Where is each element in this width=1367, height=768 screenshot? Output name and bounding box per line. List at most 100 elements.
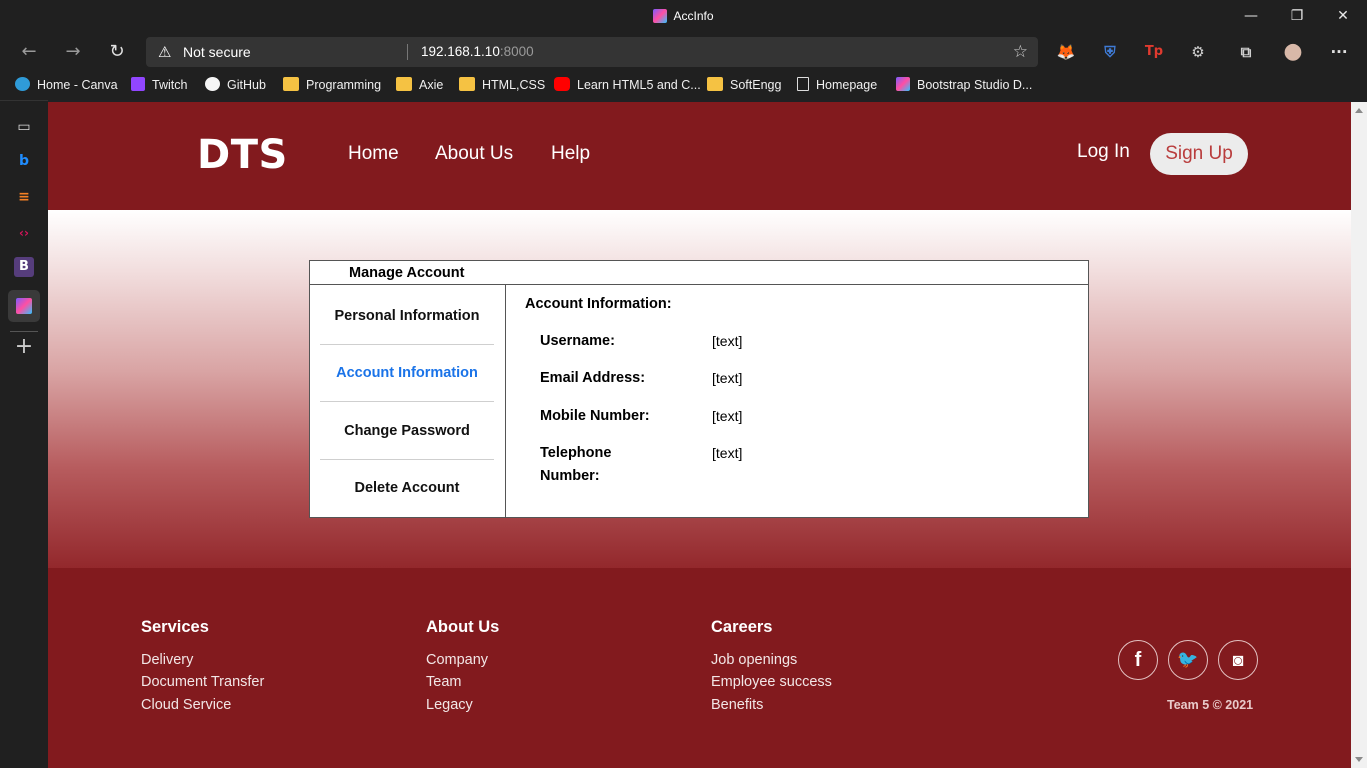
section-title: Account Information:	[525, 296, 672, 312]
copyright-text: Team 5 © 2021	[1167, 698, 1254, 712]
site-footer: Services Delivery Document Transfer Clou…	[48, 568, 1351, 768]
folder-icon	[283, 77, 299, 91]
login-link[interactable]: Log In	[1077, 141, 1130, 163]
site-header: DTS Home About Us Help Log In Sign Up	[48, 102, 1351, 210]
bookmark-programming[interactable]: Programming	[283, 76, 381, 94]
username-label: Username:	[540, 333, 615, 349]
bookmark-github[interactable]: GitHub	[205, 76, 266, 94]
panel-header: Manage Account	[310, 261, 1088, 285]
bookmark-label: Programming	[306, 78, 382, 92]
folder-icon	[459, 77, 475, 91]
twitch-icon	[131, 77, 145, 91]
footer-link-team[interactable]: Team	[426, 674, 461, 690]
stackoverflow-icon[interactable]: ≡	[12, 185, 36, 209]
window-title-text: AccInfo	[673, 9, 714, 23]
github-icon	[205, 77, 220, 91]
collections-icon[interactable]: ⧉	[1234, 40, 1258, 64]
footer-link-delivery[interactable]: Delivery	[141, 652, 193, 668]
bookmark-label: Bootstrap Studio D...	[917, 78, 1033, 92]
back-button[interactable]: ←	[16, 39, 42, 65]
username-value: [text]	[712, 333, 743, 349]
nav-home[interactable]: Home	[348, 143, 399, 165]
signup-button[interactable]: Sign Up	[1150, 133, 1248, 175]
bootstrap-studio-icon	[896, 77, 910, 91]
bookmark-bootstrap-studio[interactable]: Bootstrap Studio D...	[896, 76, 1032, 94]
more-menu-icon[interactable]: ···	[1327, 40, 1351, 64]
metamask-fox-icon[interactable]: 🦊	[1054, 40, 1078, 64]
bookmark-homepage[interactable]: Homepage	[797, 76, 877, 94]
footer-link-job-openings[interactable]: Job openings	[711, 652, 797, 668]
account-info-body: Account Information: Username: [text] Em…	[507, 285, 1088, 517]
footer-heading-careers: Careers	[711, 618, 773, 636]
restore-button[interactable]: ❐	[1285, 6, 1309, 26]
footer-link-legacy[interactable]: Legacy	[426, 697, 473, 713]
scroll-down-icon[interactable]	[1355, 757, 1363, 762]
folder-icon	[707, 77, 723, 91]
bookmark-html-css[interactable]: HTML,CSS	[459, 76, 545, 94]
bookmark-label: Twitch	[152, 78, 188, 92]
nav-about-us[interactable]: About Us	[435, 143, 513, 165]
youtube-icon	[554, 77, 570, 91]
address-bar[interactable]: ⚠ Not secure 192.168.1.10:8000 ☆	[146, 37, 1038, 67]
warning-icon: ⚠	[158, 44, 172, 61]
twitter-icon[interactable]: 🐦	[1168, 640, 1208, 680]
email-label: Email Address:	[540, 370, 646, 386]
bookmark-label: GitHub	[227, 78, 266, 92]
bookmark-softengg[interactable]: SoftEngg	[707, 76, 781, 94]
bookmark-learn-html5[interactable]: Learn HTML5 and C...	[554, 76, 701, 94]
close-button[interactable]: ✕	[1331, 6, 1355, 26]
footer-heading-about-us: About Us	[426, 618, 500, 636]
tabs-icon[interactable]: ▭	[12, 115, 36, 139]
panel-title: Manage Account	[349, 265, 465, 281]
footer-link-company[interactable]: Company	[426, 652, 488, 668]
url-port: :8000	[499, 44, 534, 59]
facebook-icon[interactable]: f	[1118, 640, 1158, 680]
minimize-button[interactable]: —	[1239, 6, 1263, 26]
browser-sidebar: ▭ b ≡ ‹› B +	[0, 100, 48, 768]
bootstrap-studio-icon	[16, 298, 32, 314]
site-logo[interactable]: DTS	[197, 132, 288, 178]
profile-avatar-icon[interactable]: ●	[1281, 40, 1305, 64]
tp-extension-icon[interactable]: Tp	[1142, 40, 1166, 64]
puzzle-extensions-icon[interactable]: ⚙	[1186, 40, 1210, 64]
menu-change-password[interactable]: Change Password	[320, 403, 494, 460]
page-scrollbar[interactable]	[1351, 102, 1367, 768]
code-icon[interactable]: ‹›	[12, 221, 36, 245]
bookmark-twitch[interactable]: Twitch	[131, 76, 187, 94]
bootstrap-studio-tab[interactable]	[8, 290, 40, 322]
bookmark-canva[interactable]: Home - Canva	[15, 76, 118, 94]
sidebar-divider	[10, 331, 38, 332]
nav-help[interactable]: Help	[551, 143, 590, 165]
mobile-label: Mobile Number:	[540, 408, 650, 424]
page-viewport: DTS Home About Us Help Log In Sign Up Ma…	[48, 102, 1351, 768]
canva-icon	[15, 77, 30, 91]
menu-personal-information[interactable]: Personal Information	[320, 288, 494, 345]
browser-titlebar: AccInfo — ❐ ✕	[0, 0, 1367, 34]
scroll-up-icon[interactable]	[1355, 108, 1363, 113]
instagram-icon[interactable]: ◙	[1218, 640, 1258, 680]
bootstrap-studio-icon	[653, 9, 668, 23]
menu-account-information[interactable]: Account Information	[320, 345, 494, 402]
address-divider	[407, 44, 408, 60]
add-favorite-icon[interactable]: ☆	[1013, 42, 1028, 62]
footer-link-employee-success[interactable]: Employee success	[711, 674, 832, 690]
menu-delete-account[interactable]: Delete Account	[320, 460, 494, 517]
footer-link-cloud-service[interactable]: Cloud Service	[141, 697, 231, 713]
window-title: AccInfo	[0, 9, 1367, 23]
footer-link-benefits[interactable]: Benefits	[711, 697, 763, 713]
manage-account-panel: Manage Account Personal Information Acco…	[309, 260, 1089, 518]
bookmark-label: Homepage	[816, 78, 878, 92]
reload-button[interactable]: ↻	[104, 39, 130, 65]
bookmark-label: SoftEngg	[730, 78, 782, 92]
footer-link-document-transfer[interactable]: Document Transfer	[141, 674, 264, 690]
url-text[interactable]: 192.168.1.10:8000	[421, 44, 534, 59]
forward-button[interactable]: →	[60, 39, 86, 65]
email-value: [text]	[712, 370, 743, 386]
telephone-value: [text]	[712, 445, 743, 461]
bookmark-axie[interactable]: Axie	[396, 76, 443, 94]
add-icon[interactable]: +	[12, 335, 36, 359]
bing-icon[interactable]: b	[12, 149, 36, 173]
bootstrap-icon[interactable]: B	[14, 257, 34, 277]
bitwarden-shield-icon[interactable]: ⛨	[1098, 40, 1122, 64]
security-label[interactable]: Not secure	[183, 44, 251, 60]
